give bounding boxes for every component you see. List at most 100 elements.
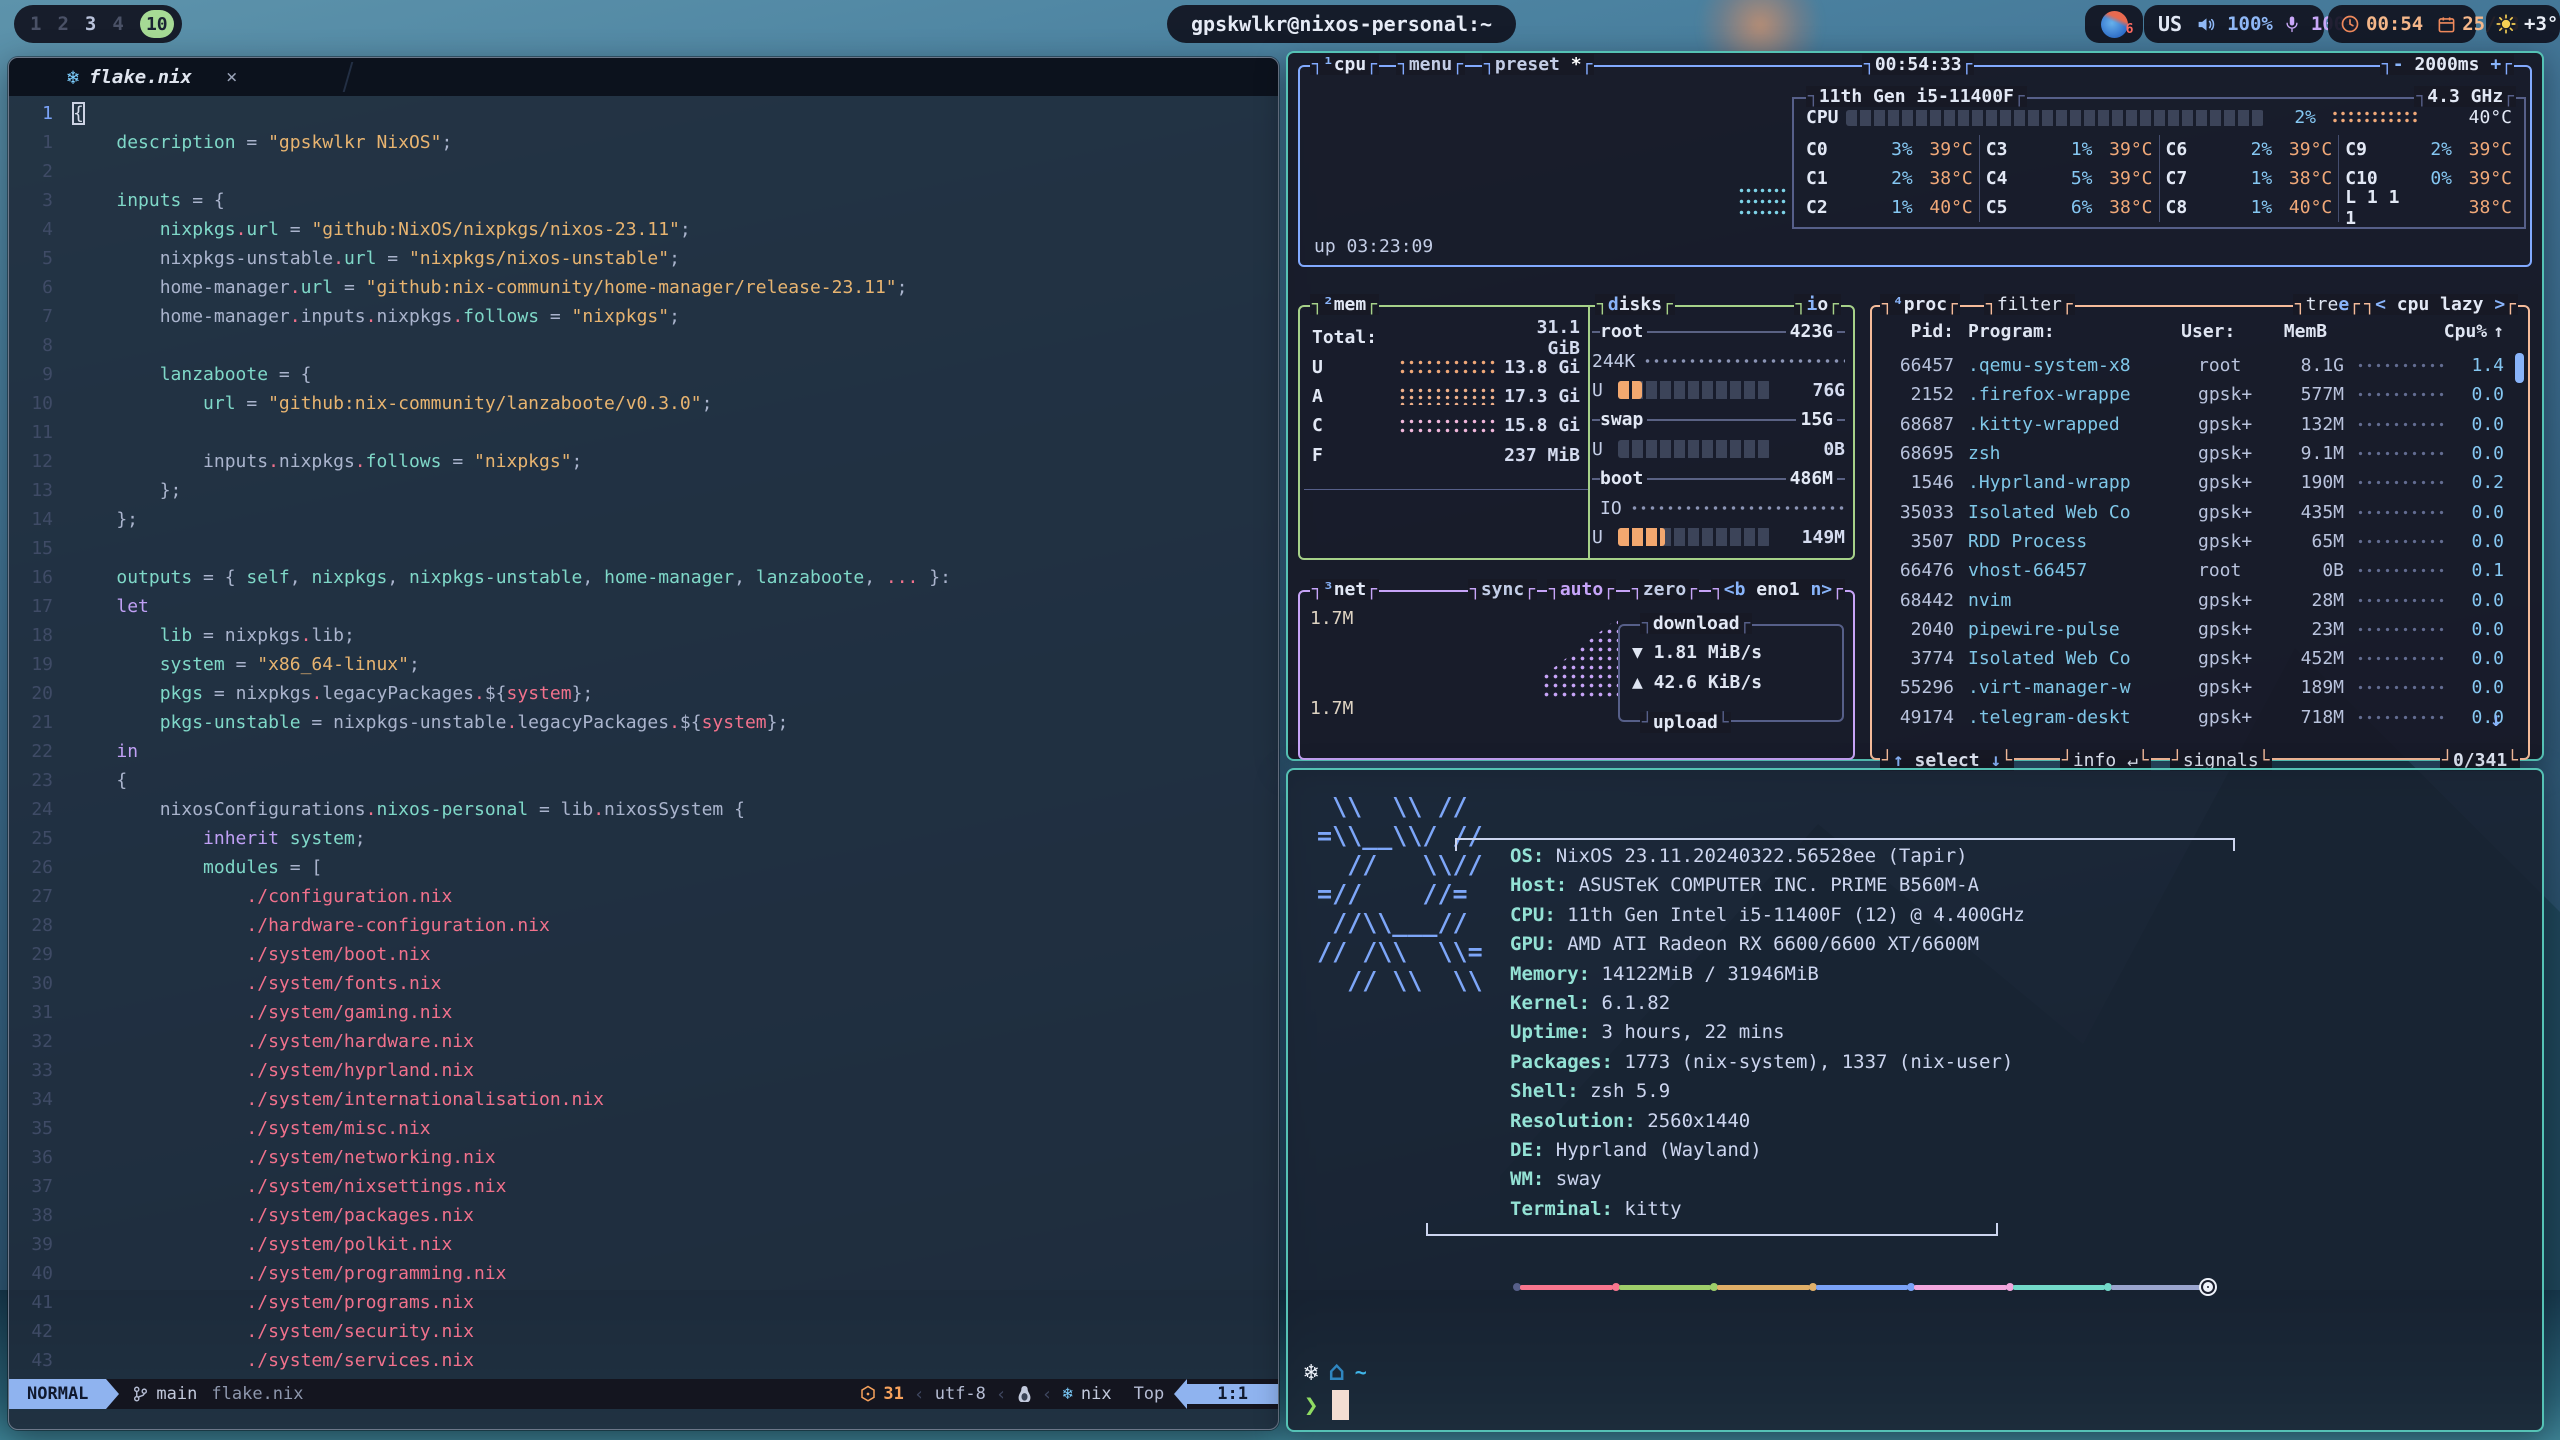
- workspace-2[interactable]: 2: [57, 13, 68, 35]
- net-zero-button[interactable]: ┐zero┌: [1630, 579, 1699, 600]
- editor-line[interactable]: 8: [9, 331, 1278, 360]
- editor-line[interactable]: 28 ./hardware-configuration.nix: [9, 911, 1278, 940]
- editor-line[interactable]: 4 nixpkgs.url = "github:NixOS/nixpkgs/ni…: [9, 215, 1278, 244]
- editor-line[interactable]: 32 ./system/hardware.nix: [9, 1027, 1278, 1056]
- process-row[interactable]: 68442nvimgpsk+28M0.0: [1882, 585, 2504, 614]
- btop-window[interactable]: ┐¹cpu┌ ┐menu┌ ┐preset *┌ ┐00:54:33┌ ┐- 2…: [1286, 51, 2544, 761]
- editor-line[interactable]: 40 ./system/programming.nix: [9, 1259, 1278, 1288]
- proc-header-row[interactable]: Pid: Program: User: MemB Cpu% ↑: [1882, 321, 2504, 342]
- editor-line[interactable]: 35 ./system/misc.nix: [9, 1114, 1278, 1143]
- editor-line[interactable]: 9 lanzaboote = {: [9, 360, 1278, 389]
- editor-line[interactable]: 21 pkgs-unstable = nixpkgs-unstable.lega…: [9, 708, 1278, 737]
- proc-panel-title[interactable]: ┐⁴proc┌: [1880, 294, 1960, 315]
- process-row[interactable]: 68687.kitty-wrappedgpsk+132M0.0: [1882, 410, 2504, 439]
- workspace-3[interactable]: 3: [85, 13, 96, 35]
- tab-flake-nix[interactable]: ❄ flake.nix ×: [9, 58, 349, 96]
- tab-close-icon[interactable]: ×: [226, 66, 237, 88]
- disks-toggle[interactable]: ┐disks┌: [1595, 294, 1675, 315]
- editor-line[interactable]: 29 ./system/boot.nix: [9, 940, 1278, 969]
- filter-button[interactable]: ┐filter┌: [1984, 294, 2075, 315]
- editor-line[interactable]: 30 ./system/fonts.nix: [9, 969, 1278, 998]
- sort-selector[interactable]: ┐< cpu lazy >┌: [2362, 294, 2518, 315]
- tray-clock-group[interactable]: 00:54 25/03: [2328, 5, 2476, 43]
- editor-line[interactable]: 38 ./system/packages.nix: [9, 1201, 1278, 1230]
- editor-lines[interactable]: 1{1 description = "gpskwlkr NixOS";23 in…: [9, 96, 1278, 1375]
- tree-button[interactable]: ┐tree┌: [2293, 294, 2362, 315]
- process-row[interactable]: 2040pipewire-pulsegpsk+23M0.0: [1882, 615, 2504, 644]
- disks-list: root423G 244K U76G swap15G U0B boot486M …: [1592, 317, 1845, 552]
- process-row[interactable]: 49174.telegram-desktgpsk+718M0.0: [1882, 703, 2504, 732]
- shell-prompt-input[interactable]: ❯: [1304, 1390, 1349, 1420]
- menu-button[interactable]: ┐menu┌: [1396, 54, 1465, 75]
- editor-line[interactable]: 43 ./system/services.nix: [9, 1346, 1278, 1375]
- mem-panel-title[interactable]: ┐²mem┌: [1310, 294, 1379, 315]
- editor-line[interactable]: 3 inputs = {: [9, 186, 1278, 215]
- editor-line[interactable]: 2: [9, 157, 1278, 186]
- process-row[interactable]: 66457.qemu-system-x8root8.1G1.4: [1882, 351, 2504, 380]
- io-toggle[interactable]: ┐io┌: [1794, 294, 1841, 315]
- editor-line[interactable]: 11: [9, 418, 1278, 447]
- process-row[interactable]: 55296.virt-manager-wgpsk+189M0.0: [1882, 673, 2504, 702]
- net-interface-selector[interactable]: ┐<b eno1 n>┌: [1711, 579, 1845, 600]
- editor-line[interactable]: 18 lib = nixpkgs.lib;: [9, 621, 1278, 650]
- editor-line[interactable]: 17 let: [9, 592, 1278, 621]
- cpu-panel-title[interactable]: ┐¹cpu┌: [1310, 54, 1379, 75]
- editor-line[interactable]: 20 pkgs = nixpkgs.legacyPackages.${syste…: [9, 679, 1278, 708]
- editor-line[interactable]: 26 modules = [: [9, 853, 1278, 882]
- editor-line[interactable]: 25 inherit system;: [9, 824, 1278, 853]
- workspace-4[interactable]: 4: [112, 13, 123, 35]
- editor-line[interactable]: 12 inputs.nixpkgs.follows = "nixpkgs";: [9, 447, 1278, 476]
- editor-line[interactable]: 27 ./configuration.nix: [9, 882, 1278, 911]
- editor-line[interactable]: 16 outputs = { self, nixpkgs, nixpkgs-un…: [9, 563, 1278, 592]
- process-row[interactable]: 68695zshgpsk+9.1M0.0: [1882, 439, 2504, 468]
- editor-line[interactable]: 24 nixosConfigurations.nixos-personal = …: [9, 795, 1278, 824]
- net-sync-button[interactable]: ┐sync┌: [1468, 579, 1537, 600]
- editor-line[interactable]: 15: [9, 534, 1278, 563]
- preset-button[interactable]: ┐preset *┌: [1482, 54, 1594, 75]
- editor-line[interactable]: 39 ./system/polkit.nix: [9, 1230, 1278, 1259]
- info-line: Kernel: 6.1.82: [1510, 989, 2025, 1018]
- editor-line[interactable]: 23 {: [9, 766, 1278, 795]
- prompt-snowflake-icon: ❄: [1304, 1358, 1318, 1386]
- editor-line[interactable]: 13 };: [9, 476, 1278, 505]
- process-row[interactable]: 66476vhost-66457root0B0.1: [1882, 556, 2504, 585]
- terminal-color-strip: [1513, 1282, 2213, 1292]
- editor-line[interactable]: 33 ./system/hyprland.nix: [9, 1056, 1278, 1085]
- editor-line[interactable]: 10 url = "github:nix-community/lanzaboot…: [9, 389, 1278, 418]
- process-row[interactable]: 3507RDD Processgpsk+65M0.0: [1882, 527, 2504, 556]
- editor-line[interactable]: 14 };: [9, 505, 1278, 534]
- diagnostic-count: 31: [883, 1384, 903, 1404]
- editor-line[interactable]: 5 nixpkgs-unstable.url = "nixpkgs/nixos-…: [9, 244, 1278, 273]
- editor-line[interactable]: 1{: [9, 99, 1278, 128]
- editor-line[interactable]: 1 description = "gpskwlkr NixOS";: [9, 128, 1278, 157]
- process-row[interactable]: 1546.Hyprland-wrappgpsk+190M0.2: [1882, 468, 2504, 497]
- neofetch-window[interactable]: \\ \\ // =\\__\\/ // // \\// =// //= //\…: [1286, 768, 2544, 1432]
- scroll-more-icon[interactable]: ↓: [2490, 707, 2502, 731]
- editor-line[interactable]: 19 system = "x86_64-linux";: [9, 650, 1278, 679]
- process-row[interactable]: 3774Isolated Web Cogpsk+452M0.0: [1882, 644, 2504, 673]
- tray-audio-group[interactable]: US 100% 100%: [2144, 5, 2324, 43]
- cpu-graph-dots: [1738, 185, 1788, 215]
- proc-scrollbar[interactable]: [2515, 353, 2524, 383]
- editor-line[interactable]: 41 ./system/programs.nix: [9, 1288, 1278, 1317]
- editor-line[interactable]: 7 home-manager.inputs.nixpkgs.follows = …: [9, 302, 1278, 331]
- editor-line[interactable]: 31 ./system/gaming.nix: [9, 998, 1278, 1027]
- editor-line[interactable]: 42 ./system/security.nix: [9, 1317, 1278, 1346]
- tray-weather[interactable]: +3°: [2486, 5, 2560, 43]
- process-row[interactable]: 2152.firefox-wrappegpsk+577M0.0: [1882, 380, 2504, 409]
- process-row[interactable]: 35033Isolated Web Cogpsk+435M0.0: [1882, 497, 2504, 526]
- workspace-1[interactable]: 1: [30, 13, 41, 35]
- kitty-terminal-window[interactable]: ❄ flake.nix × 1{1 description = "gpskwlk…: [8, 57, 1279, 1430]
- net-auto-button[interactable]: ┐auto┌: [1547, 579, 1616, 600]
- workspace-switcher[interactable]: 1234 10: [14, 5, 182, 43]
- editor-line[interactable]: 36 ./system/networking.nix: [9, 1143, 1278, 1172]
- tray-browser-icon[interactable]: 6: [2085, 5, 2143, 43]
- keyboard-layout[interactable]: US: [2158, 12, 2182, 36]
- update-interval[interactable]: ┐- 2000ms +┌: [2380, 54, 2514, 75]
- net-panel-title[interactable]: ┐³net┌: [1310, 579, 1379, 600]
- workspace-10[interactable]: 10: [140, 10, 174, 38]
- editor-line[interactable]: 6 home-manager.url = "github:nix-communi…: [9, 273, 1278, 302]
- editor-line[interactable]: 22 in: [9, 737, 1278, 766]
- editor-line[interactable]: 34 ./system/internationalisation.nix: [9, 1085, 1278, 1114]
- editor-line[interactable]: 37 ./system/nixsettings.nix: [9, 1172, 1278, 1201]
